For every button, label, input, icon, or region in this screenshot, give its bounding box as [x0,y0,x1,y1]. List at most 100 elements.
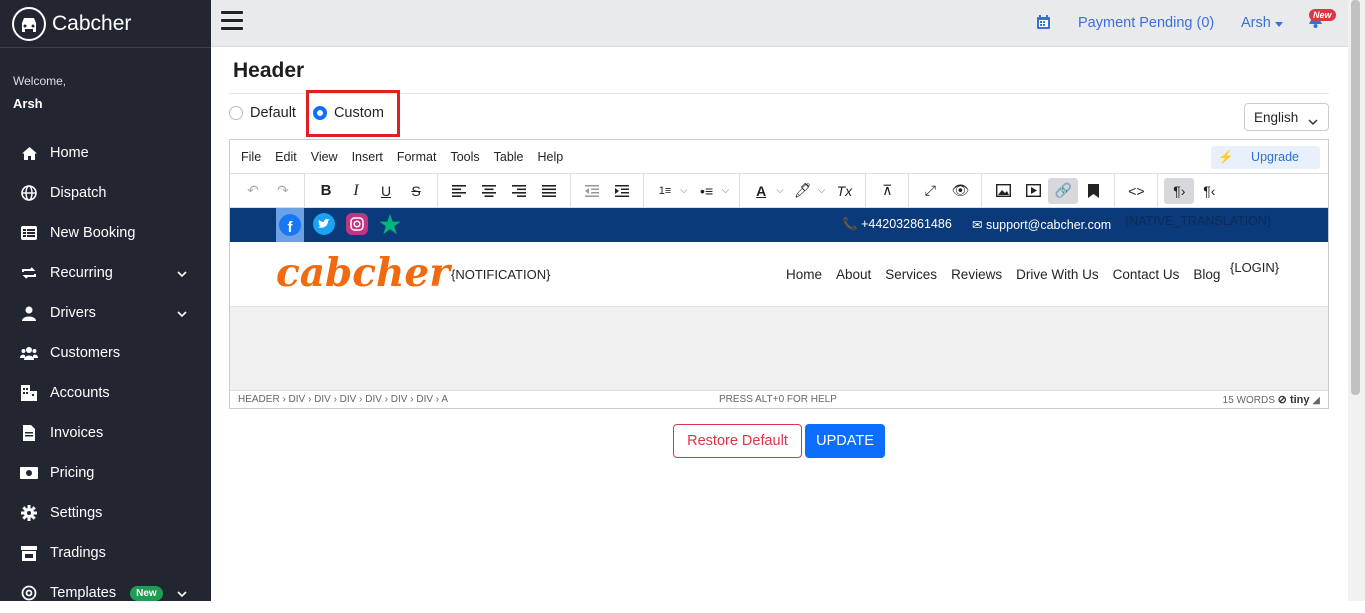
editor-statusbar: HEADER › DIV › DIV › DIV › DIV › DIV › D… [230,390,1328,407]
bookmark-icon[interactable] [1078,178,1108,204]
preview-nav-link[interactable]: Home [786,267,822,282]
align-left-icon[interactable] [444,178,474,204]
user-menu[interactable]: Arsh [1241,15,1283,31]
sidebar-item-label: New Booking [50,225,136,241]
chevron-down-icon[interactable]: ⌵ [776,185,784,196]
menu-format[interactable]: Format [397,150,437,164]
sidebar-item-customers[interactable]: Customers [0,333,211,373]
clear-formatting-icon[interactable]: Tx [829,178,859,204]
sidebar-item-recurring[interactable]: Recurring [0,253,211,293]
ltr-icon[interactable]: ¶› [1164,177,1195,204]
outdent-icon[interactable] [577,178,607,204]
preview-nav-link[interactable]: About [836,267,871,282]
redo-icon[interactable]: ↷ [268,178,298,204]
editor-content-area[interactable]: f 📞 +442032861486 ✉ support@cabcher.com … [230,208,1328,390]
trustpilot-star-icon[interactable] [379,213,401,235]
radio-default[interactable] [229,106,243,120]
payment-pending-link[interactable]: Payment Pending (0) [1078,15,1214,31]
menu-table[interactable]: Table [494,150,524,164]
sidebar-item-invoices[interactable]: Invoices [0,413,211,453]
chevron-down-icon[interactable]: ⌵ [680,185,688,196]
welcome-user: Arsh [13,96,43,111]
building-icon [20,384,38,402]
align-center-icon[interactable] [474,178,504,204]
menu-toggle-icon[interactable] [221,11,243,31]
underline-icon[interactable]: U [371,178,401,204]
bold-icon[interactable]: B [311,178,341,204]
scrollbar-thumb[interactable] [1351,0,1360,395]
element-path[interactable]: HEADER › DIV › DIV › DIV › DIV › DIV › D… [238,394,448,405]
phone-icon: 📞 [842,217,858,231]
chevron-down-icon [177,586,187,602]
resize-handle-icon[interactable]: ◢ [1312,395,1320,406]
sidebar-item-drivers[interactable]: Drivers [0,293,211,333]
undo-icon[interactable]: ↶ [238,178,268,204]
media-icon[interactable] [1018,178,1048,204]
brand[interactable]: Cabcher [0,0,211,48]
help-hint: PRESS ALT+0 FOR HELP [719,393,837,405]
sidebar-item-label: Tradings [50,545,106,561]
facebook-icon[interactable]: f [276,208,304,242]
preview-nav-link[interactable]: Drive With Us [1016,267,1099,282]
sidebar-item-settings[interactable]: Settings [0,493,211,533]
word-count[interactable]: 15 WORDS ⊘ tiny ◢ [1223,393,1320,406]
restore-default-button[interactable]: Restore Default [673,424,802,458]
instagram-icon[interactable] [346,213,368,235]
indent-icon[interactable] [607,178,637,204]
italic-icon[interactable]: I [341,178,371,204]
sidebar-item-templates[interactable]: Templates New [0,573,211,613]
sidebar-item-new-booking[interactable]: New Booking [0,213,211,253]
chevron-down-icon [1308,114,1318,129]
sidebar-item-pricing[interactable]: Pricing [0,453,211,493]
upgrade-label: Upgrade [1251,150,1299,164]
highlight-color-icon[interactable]: 🖊 [788,178,818,204]
preview-nav: Home About Services Reviews Drive With U… [786,267,1234,282]
sidebar-item-accounts[interactable]: Accounts [0,373,211,413]
page-break-icon[interactable]: ⊼ [872,178,902,204]
preview-nav-link[interactable]: Services [885,267,937,282]
source-code-icon[interactable]: <> [1121,178,1151,204]
twitter-icon[interactable] [313,213,335,235]
toolbar-separator [865,173,867,208]
text-color-icon[interactable]: A [746,178,776,204]
sidebar-item-label: Invoices [50,425,104,441]
language-select[interactable]: English [1244,103,1329,131]
money-icon [20,464,38,482]
preview-nav-link[interactable]: Blog [1193,267,1220,282]
preview-eye-icon[interactable]: 👁 [945,178,975,204]
sidebar-item-dispatch[interactable]: Dispatch [0,173,211,213]
align-right-icon[interactable] [504,178,534,204]
image-icon[interactable] [988,178,1018,204]
radio-default-label[interactable]: Default [250,105,296,121]
page-scrollbar[interactable] [1348,0,1365,601]
chevron-down-icon[interactable]: ⌵ [722,185,730,196]
update-button[interactable]: UPDATE [805,424,885,458]
menu-help[interactable]: Help [538,150,564,164]
bullet-list-icon[interactable]: •≡ [692,178,722,204]
calendar-icon[interactable] [1037,15,1050,34]
menu-file[interactable]: File [241,150,261,164]
sidebar: Cabcher Welcome, Arsh Home Dispatch New … [0,0,211,601]
numbered-list-icon[interactable]: 1≡ [650,178,680,204]
chevron-down-icon[interactable]: ⌵ [818,185,826,196]
sidebar-item-tradings[interactable]: Tradings [0,533,211,573]
preview-phone-text: +442032861486 [861,217,952,231]
menu-edit[interactable]: Edit [275,150,297,164]
preview-nav-link[interactable]: Contact Us [1113,267,1180,282]
sidebar-item-home[interactable]: Home [0,133,211,173]
fullscreen-icon[interactable]: ⤢ [915,178,945,204]
upgrade-button[interactable]: ⚡ Upgrade [1210,146,1320,169]
rtl-icon[interactable]: ¶‹ [1194,178,1224,204]
rich-text-editor: File Edit View Insert Format Tools Table… [229,139,1329,409]
preview-logo: cabcher [276,250,450,296]
menu-view[interactable]: View [311,150,338,164]
preview-native-translation: {NATIVE_TRANSLATION} [1125,214,1272,228]
menu-insert[interactable]: Insert [352,150,383,164]
align-justify-icon[interactable] [534,178,564,204]
preview-main-bar: cabcher {NOTIFICATION} Home About Servic… [230,242,1328,307]
strikethrough-icon[interactable]: S [401,178,431,204]
link-icon[interactable]: 🔗 [1048,177,1079,204]
main-content: Header Default Custom English File Edit … [211,47,1348,601]
preview-nav-link[interactable]: Reviews [951,267,1002,282]
menu-tools[interactable]: Tools [450,150,479,164]
